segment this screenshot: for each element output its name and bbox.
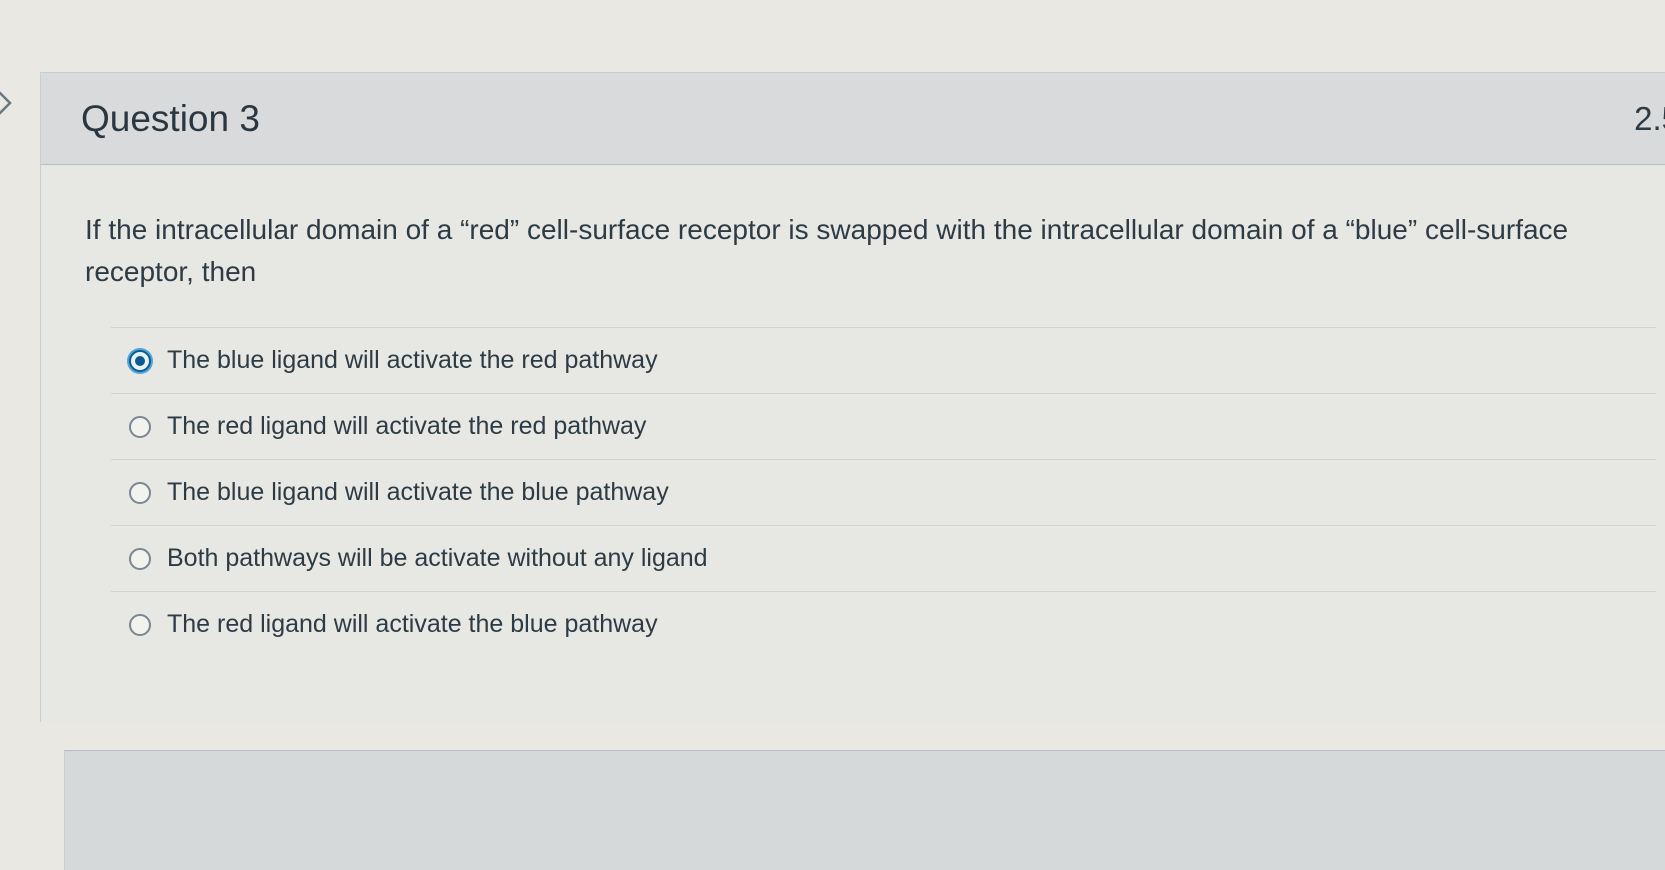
chevron-right-icon-glyph	[0, 91, 12, 115]
radio-button[interactable]	[129, 613, 151, 636]
radio-button[interactable]	[129, 481, 151, 504]
answer-label: The blue ligand will activate the red pa…	[167, 346, 658, 374]
next-question-card	[64, 750, 1665, 870]
question-points: 2.5	[1634, 99, 1665, 137]
answer-option[interactable]: The blue ligand will activate the red pa…	[111, 327, 1656, 393]
answer-label: Both pathways will be activate without a…	[167, 544, 708, 572]
answer-list: The blue ligand will activate the red pa…	[111, 327, 1656, 657]
answer-option[interactable]: The red ligand will activate the red pat…	[111, 393, 1656, 459]
chevron-right-icon[interactable]	[0, 86, 18, 120]
answer-option[interactable]: Both pathways will be activate without a…	[111, 525, 1656, 591]
radio-button[interactable]	[129, 415, 151, 438]
answer-label: The blue ligand will activate the blue p…	[167, 478, 669, 506]
question-text: If the intracellular domain of a “red” c…	[85, 214, 1569, 287]
answer-option[interactable]: The blue ligand will activate the blue p…	[111, 459, 1656, 525]
question-title: Question 3	[81, 97, 260, 139]
radio-button[interactable]	[129, 547, 151, 570]
answer-option[interactable]: The red ligand will activate the blue pa…	[111, 591, 1656, 657]
answer-label: The red ligand will activate the red pat…	[167, 412, 647, 440]
question-card: Question 3 2.5 If the intracellular doma…	[40, 72, 1665, 722]
question-header: Question 3 2.5	[41, 73, 1665, 165]
question-body: If the intracellular domain of a “red” c…	[41, 165, 1656, 657]
radio-button[interactable]	[129, 349, 151, 372]
answer-label: The red ligand will activate the blue pa…	[167, 610, 658, 638]
